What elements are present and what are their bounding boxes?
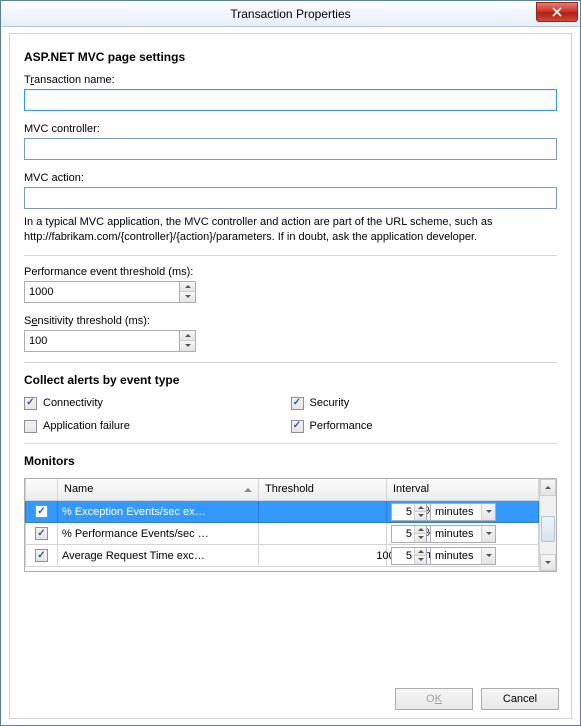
- mvc-controller-input[interactable]: [24, 138, 557, 160]
- cancel-button[interactable]: Cancel: [481, 688, 559, 710]
- table-row[interactable]: % Performance Events/sec …%minutes: [26, 523, 539, 545]
- col-header-name[interactable]: Name: [58, 479, 259, 501]
- window-title: Transaction Properties: [230, 7, 350, 21]
- section-mvc-title: ASP.NET MVC page settings: [24, 50, 557, 64]
- divider-3: [24, 443, 557, 444]
- stepper-down-icon[interactable]: [180, 341, 195, 351]
- perf-threshold-input[interactable]: [24, 281, 180, 303]
- stepper-down-icon[interactable]: [415, 534, 426, 542]
- row-name: % Exception Events/sec ex…: [58, 501, 259, 523]
- sens-threshold-input[interactable]: [24, 330, 180, 352]
- monitors-table: Name Threshold Interval % Exception Even…: [24, 478, 557, 572]
- scroll-up-icon[interactable]: [540, 479, 556, 496]
- row-name: Average Request Time exc…: [58, 545, 259, 567]
- stepper-down-icon[interactable]: [180, 292, 195, 302]
- perf-threshold-stepper[interactable]: [180, 281, 196, 303]
- checkbox-app-failure[interactable]: Application failure: [24, 420, 291, 433]
- checkbox-icon: [291, 397, 304, 410]
- checkbox-icon: [291, 420, 304, 433]
- sens-threshold-stepper[interactable]: [180, 330, 196, 352]
- transaction-name-label: Transaction name:: [24, 74, 557, 86]
- interval-input[interactable]: [392, 504, 414, 520]
- interval-unit-dropdown[interactable]: minutes: [430, 525, 496, 543]
- scroll-thumb[interactable]: [541, 516, 555, 542]
- mvc-action-label: MVC action:: [24, 172, 557, 184]
- checkbox-icon: [24, 397, 37, 410]
- stepper-up-icon[interactable]: [415, 504, 426, 513]
- threshold-input[interactable]: [263, 503, 409, 521]
- row-checkbox[interactable]: [35, 549, 48, 562]
- interval-input[interactable]: [392, 526, 414, 542]
- stepper-down-icon[interactable]: [415, 556, 426, 564]
- table-row[interactable]: Average Request Time exc…msminutes: [26, 545, 539, 567]
- checkbox-security[interactable]: Security: [291, 397, 558, 410]
- threshold-input[interactable]: [263, 525, 409, 543]
- mvc-action-input[interactable]: [24, 187, 557, 209]
- interval-unit-dropdown[interactable]: minutes: [430, 547, 496, 565]
- transaction-name-input[interactable]: [24, 89, 557, 111]
- section-monitors-title: Monitors: [24, 454, 557, 468]
- interval-unit-dropdown[interactable]: minutes: [430, 503, 496, 521]
- dialog-window: Transaction Properties ASP.NET MVC page …: [0, 0, 581, 726]
- checkbox-connectivity[interactable]: Connectivity: [24, 397, 291, 410]
- row-name: % Performance Events/sec …: [58, 523, 259, 545]
- chevron-down-icon: [481, 548, 495, 564]
- chevron-down-icon: [481, 526, 495, 542]
- sens-threshold-label: Sensitivity threshold (ms):: [24, 315, 557, 327]
- stepper-up-icon[interactable]: [415, 548, 426, 557]
- stepper-down-icon[interactable]: [415, 512, 426, 520]
- stepper-up-icon[interactable]: [180, 331, 195, 342]
- threshold-input[interactable]: [263, 547, 409, 565]
- scroll-down-icon[interactable]: [540, 554, 556, 571]
- table-row[interactable]: % Exception Events/sec ex…%minutes: [26, 501, 539, 523]
- close-button[interactable]: [536, 2, 578, 22]
- row-checkbox[interactable]: [35, 527, 48, 540]
- divider-2: [24, 362, 557, 363]
- col-header-interval[interactable]: Interval: [387, 479, 539, 501]
- checkbox-icon: [24, 420, 37, 433]
- perf-threshold-label: Performance event threshold (ms):: [24, 266, 557, 278]
- interval-input[interactable]: [392, 548, 414, 564]
- col-header-threshold[interactable]: Threshold: [259, 479, 387, 501]
- mvc-controller-label: MVC controller:: [24, 123, 557, 135]
- titlebar: Transaction Properties: [1, 1, 580, 27]
- section-alerts-title: Collect alerts by event type: [24, 373, 557, 387]
- row-checkbox[interactable]: [35, 505, 48, 518]
- table-scrollbar[interactable]: [539, 479, 556, 571]
- stepper-up-icon[interactable]: [415, 526, 426, 535]
- divider-1: [24, 255, 557, 256]
- close-icon: [552, 7, 562, 17]
- content-panel: ASP.NET MVC page settings Transaction na…: [9, 33, 572, 719]
- mvc-help-text: In a typical MVC application, the MVC co…: [24, 215, 557, 245]
- col-header-check[interactable]: [26, 479, 58, 501]
- stepper-up-icon[interactable]: [180, 282, 195, 293]
- chevron-down-icon: [481, 504, 495, 520]
- checkbox-performance[interactable]: Performance: [291, 420, 558, 433]
- ok-button[interactable]: OK: [395, 688, 473, 710]
